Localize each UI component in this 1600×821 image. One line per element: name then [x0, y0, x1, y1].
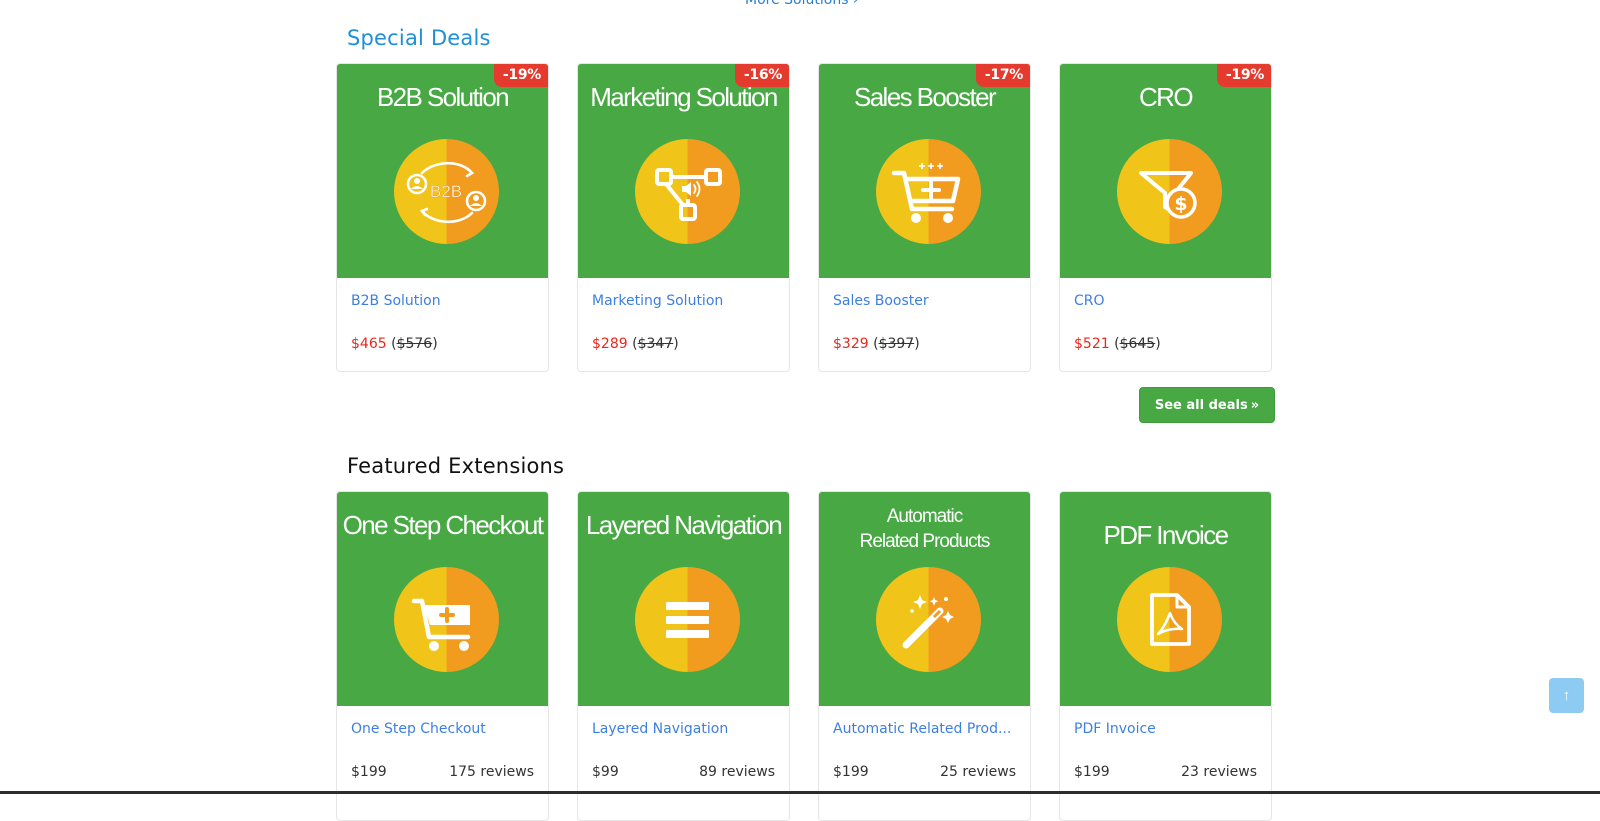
product-price: $99 — [592, 764, 619, 780]
discount-badge: -19% — [493, 64, 548, 87]
original-price: $397 — [878, 336, 915, 352]
price-row: $465 ($576) — [351, 336, 438, 352]
deal-card-sales-booster[interactable]: Sales Booster -17% Sales Booster $329 ($… — [818, 63, 1031, 372]
feature-card-layered-navigation[interactable]: Layered Navigation Layered Navigation $9… — [577, 491, 790, 821]
deal-card-cro[interactable]: CRO $ -19% CRO $521 ($645) — [1059, 63, 1272, 372]
product-banner[interactable]: Automatic Related Products — [819, 492, 1030, 706]
original-price: $347 — [637, 336, 674, 352]
banner-title: PDF Invoice — [1103, 520, 1229, 550]
product-name-link[interactable]: Automatic Related Prod... — [833, 721, 1011, 737]
product-banner[interactable]: Sales Booster -17% — [819, 64, 1030, 278]
product-name-link[interactable]: B2B Solution — [351, 293, 441, 309]
product-name-link[interactable]: One Step Checkout — [351, 721, 486, 737]
sale-price: $289 — [592, 336, 628, 352]
discount-badge: -19% — [1216, 64, 1271, 87]
banner-title: Layered Navigation — [585, 510, 783, 540]
cart-plus-icon — [394, 567, 499, 672]
discount-badge: -16% — [734, 64, 789, 87]
product-banner[interactable]: Layered Navigation — [578, 492, 789, 706]
special-deals-title: Special Deals — [347, 26, 491, 50]
see-all-deals-label: See all deals — [1154, 397, 1248, 413]
feature-card-automatic-related-products[interactable]: Automatic Related Products Automatic Rela… — [818, 491, 1031, 821]
review-count[interactable]: 175 reviews — [449, 764, 534, 780]
sale-price: $465 — [351, 336, 387, 352]
more-solutions-link[interactable]: More Solutions › — [745, 0, 859, 8]
deal-card-marketing-solution[interactable]: Marketing Solution -16% Marketing Soluti… — [577, 63, 790, 372]
product-banner[interactable]: Marketing Solution -16% — [578, 64, 789, 278]
scroll-to-top-button[interactable]: ↑ — [1549, 678, 1584, 713]
product-name-link[interactable]: CRO — [1074, 293, 1105, 309]
review-count[interactable]: 23 reviews — [1181, 764, 1257, 780]
featured-extensions-title: Featured Extensions — [347, 454, 565, 478]
product-banner[interactable]: B2B Solution B2B -19% — [337, 64, 548, 278]
banner-title-line-1: Automatic — [886, 506, 963, 527]
product-price: $199 — [351, 764, 387, 780]
banner-title-line-2: Related Products — [859, 531, 991, 552]
pdf-file-icon — [1117, 567, 1222, 672]
marketing-icon — [635, 139, 740, 244]
magic-wand-icon — [876, 567, 981, 672]
product-banner[interactable]: PDF Invoice — [1060, 492, 1271, 706]
product-name-link[interactable]: PDF Invoice — [1074, 721, 1156, 737]
svg-text:$: $ — [1174, 193, 1187, 215]
review-count[interactable]: 89 reviews — [699, 764, 775, 780]
original-price: $576 — [396, 336, 433, 352]
product-name-link[interactable]: Layered Navigation — [592, 721, 728, 737]
product-banner[interactable]: CRO $ -19% — [1060, 64, 1271, 278]
double-chevron-right-icon: » — [1250, 397, 1260, 413]
cart-plus-icon — [876, 139, 981, 244]
see-all-deals-button[interactable]: See all deals» — [1139, 387, 1275, 423]
banner-title: Automatic Related Products — [819, 504, 1030, 554]
review-count[interactable]: 25 reviews — [940, 764, 1016, 780]
feature-card-one-step-checkout[interactable]: One Step Checkout One Step Checkout $199… — [336, 491, 549, 821]
funnel-dollar-icon: $ — [1117, 139, 1222, 244]
product-price: $199 — [1074, 764, 1110, 780]
svg-text:B2B: B2B — [430, 182, 462, 201]
price-row: $329 ($397) — [833, 336, 920, 352]
sale-price: $329 — [833, 336, 869, 352]
product-price: $199 — [833, 764, 869, 780]
product-name-link[interactable]: Sales Booster — [833, 293, 929, 309]
feature-card-pdf-invoice[interactable]: PDF Invoice PDF Invoice $199 23 reviews — [1059, 491, 1272, 821]
b2b-icon: B2B — [394, 139, 499, 244]
arrow-up-icon: ↑ — [1562, 687, 1571, 704]
menu-lines-icon — [635, 567, 740, 672]
product-name-link[interactable]: Marketing Solution — [592, 293, 723, 309]
price-row: $521 ($645) — [1074, 336, 1161, 352]
deal-card-b2b-solution[interactable]: B2B Solution B2B -19% B2B Solution $465 … — [336, 63, 549, 372]
sale-price: $521 — [1074, 336, 1110, 352]
price-row: $289 ($347) — [592, 336, 679, 352]
discount-badge: -17% — [975, 64, 1030, 87]
product-banner[interactable]: One Step Checkout — [337, 492, 548, 706]
banner-title: One Step Checkout — [342, 510, 544, 540]
original-price: $645 — [1119, 336, 1156, 352]
